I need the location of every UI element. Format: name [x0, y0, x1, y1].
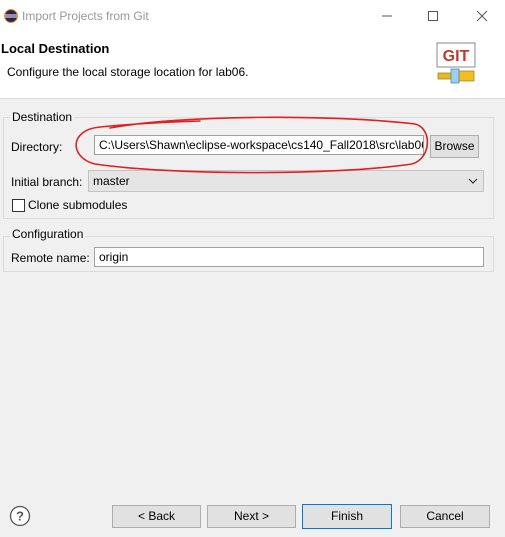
help-icon[interactable]: ? [9, 505, 31, 527]
title-bar: Import Projects from Git [0, 0, 505, 32]
wizard-header: Local Destination Configure the local st… [0, 32, 505, 99]
clone-submodules-checkbox[interactable] [12, 199, 25, 212]
destination-group-label: Destination [10, 110, 75, 124]
browse-button[interactable]: Browse [430, 135, 479, 158]
close-button[interactable] [459, 0, 505, 32]
initial-branch-select[interactable]: master [88, 170, 484, 192]
eclipse-icon [4, 9, 18, 23]
configuration-group-label: Configuration [10, 227, 86, 241]
initial-branch-value: master [93, 174, 130, 188]
maximize-icon [428, 11, 438, 21]
svg-text:?: ? [16, 509, 24, 524]
finish-button[interactable]: Finish [302, 504, 392, 529]
window-title: Import Projects from Git [22, 9, 149, 23]
initial-branch-label: Initial branch: [11, 175, 83, 189]
minimize-button[interactable] [364, 0, 410, 32]
directory-label: Directory: [11, 140, 63, 154]
git-logo: GIT [436, 42, 476, 84]
page-description: Configure the local storage location for… [7, 65, 249, 79]
back-button[interactable]: < Back [112, 505, 201, 528]
cancel-button[interactable]: Cancel [400, 505, 490, 528]
clone-submodules-label: Clone submodules [28, 198, 128, 212]
next-button[interactable]: Next > [207, 505, 296, 528]
remote-name-input[interactable]: origin [94, 247, 484, 267]
minimize-icon [382, 15, 392, 17]
page-title: Local Destination [1, 41, 110, 56]
close-icon [476, 10, 488, 22]
chevron-down-icon [468, 178, 478, 184]
remote-name-label: Remote name: [11, 251, 90, 265]
svg-text:GIT: GIT [443, 48, 470, 65]
directory-input[interactable]: C:\Users\Shawn\eclipse-workspace\cs140_F… [94, 135, 424, 155]
maximize-button[interactable] [410, 0, 456, 32]
